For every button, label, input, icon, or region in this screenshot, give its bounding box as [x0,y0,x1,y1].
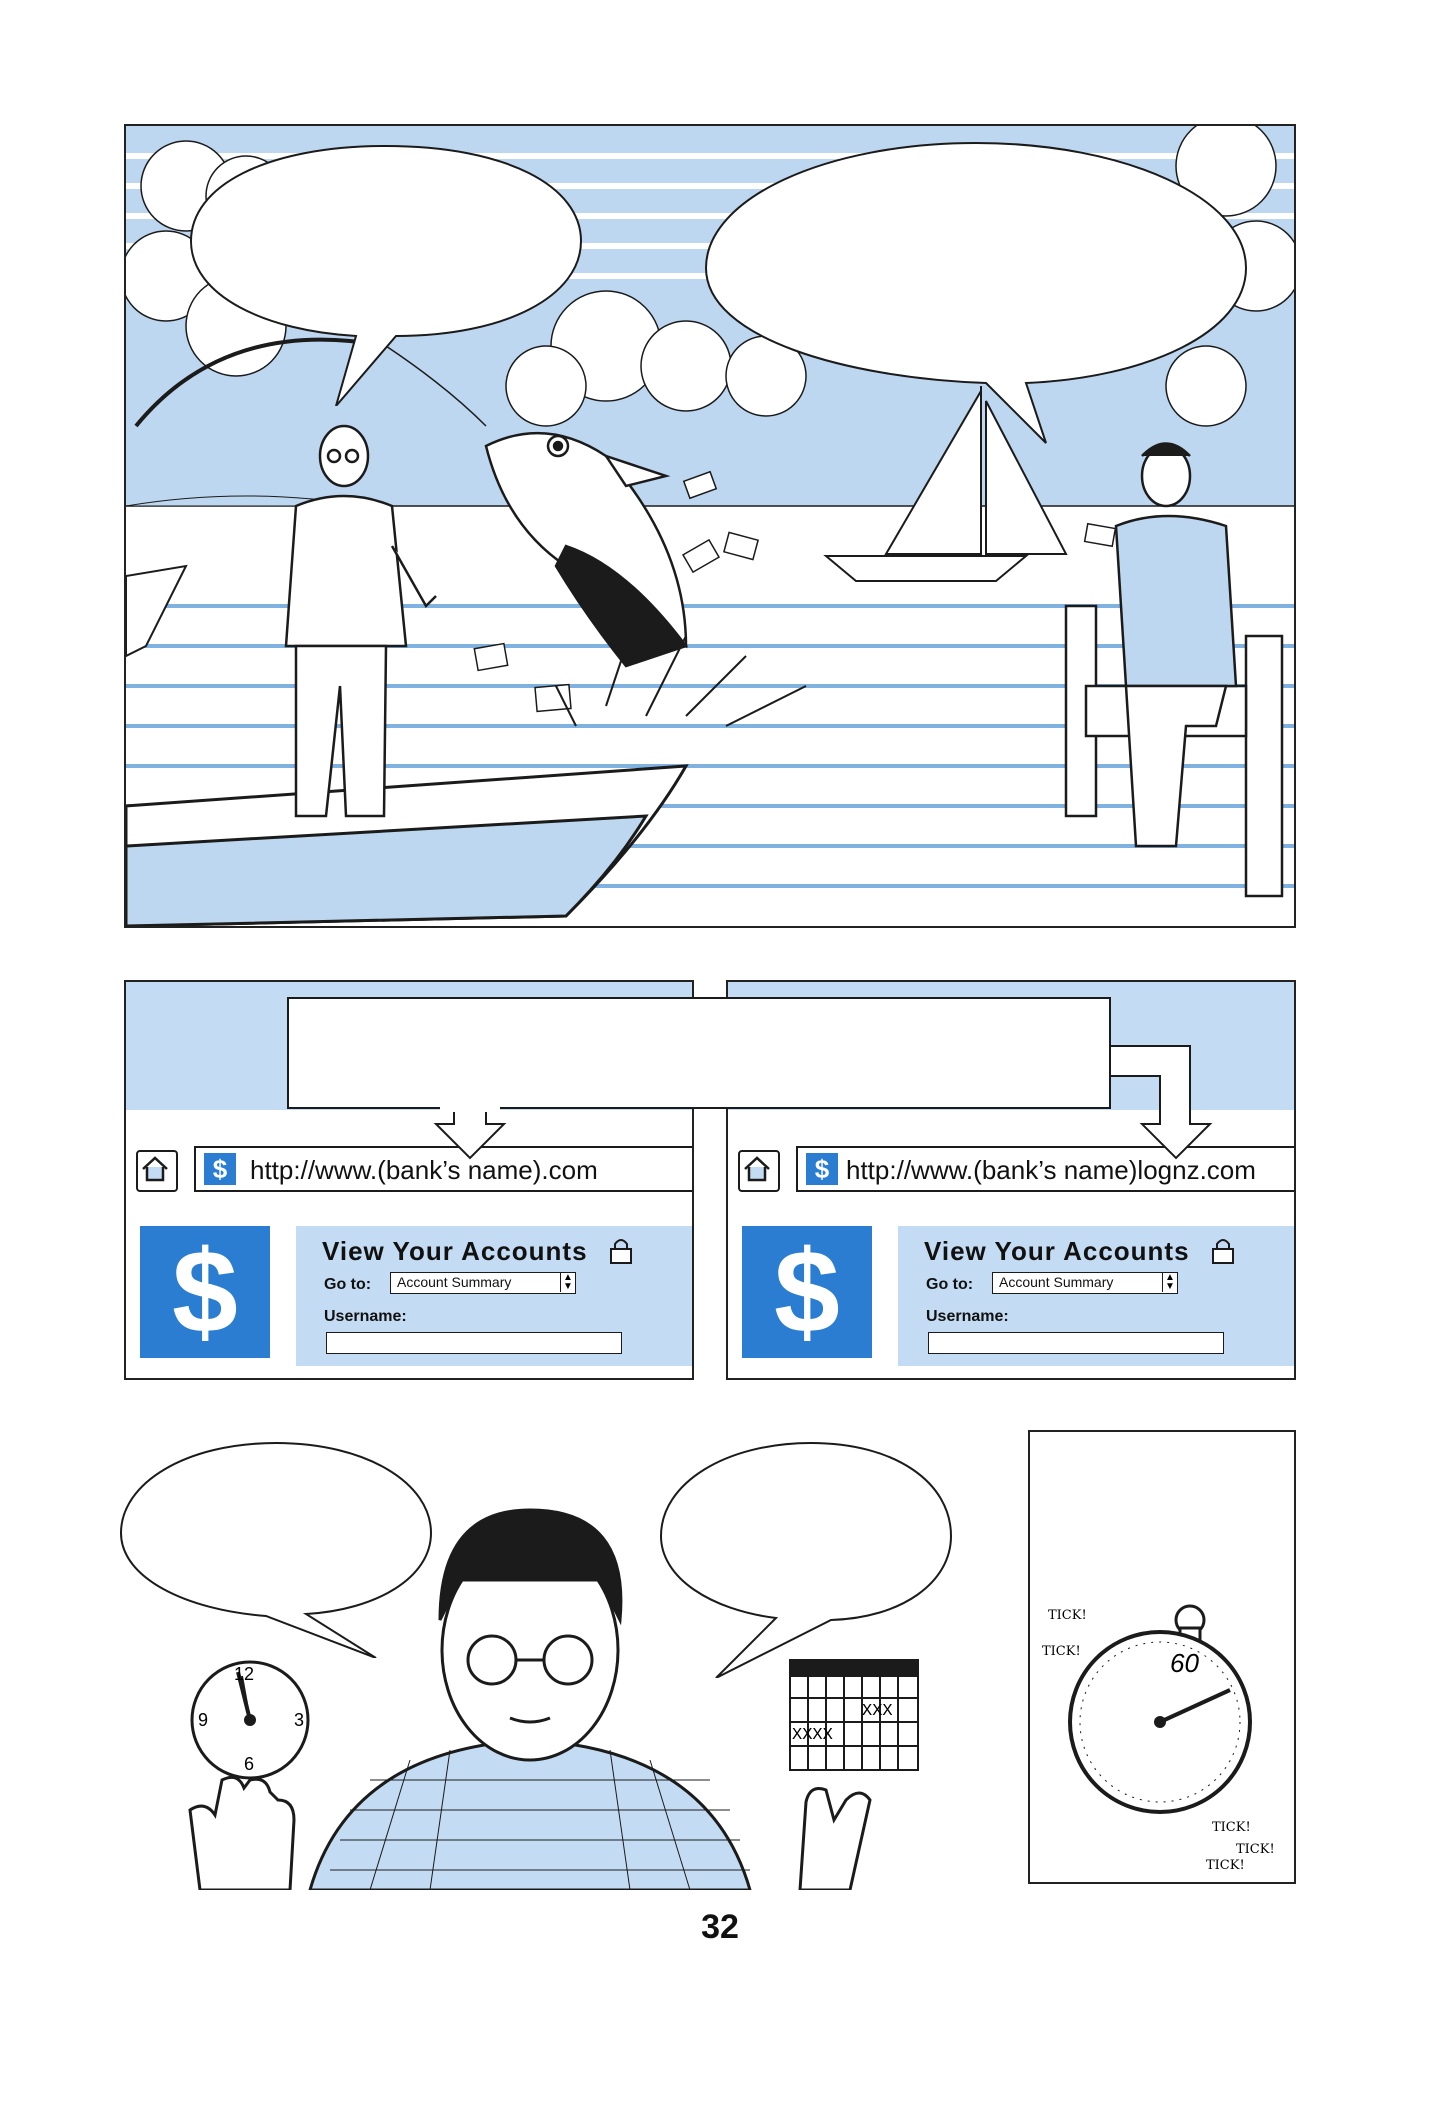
clock-number-9: 9 [198,1710,209,1730]
username-input[interactable] [928,1332,1224,1354]
panel-fishing-scene [124,124,1296,928]
speech-bubble-left [189,144,583,406]
clock-number-3: 3 [294,1710,305,1730]
goto-select[interactable]: Account Summary ▲ ▼ [992,1272,1178,1294]
tick-text-3: TICK! [1212,1820,1251,1835]
goto-select[interactable]: Account Summary ▲ ▼ [390,1272,576,1294]
panel-stopwatch: 60 TICK! TICK! TICK! TICK! TICK! [1028,1430,1296,1884]
home-button[interactable] [136,1150,178,1192]
username-input[interactable] [326,1332,622,1354]
goto-label: Go to: [324,1276,372,1293]
speech-bubble-clock [119,1441,433,1658]
clock-number-6: 6 [244,1754,255,1774]
tick-text-5: TICK! [1206,1858,1245,1873]
site-favicon-dollar-icon: $ [204,1153,236,1185]
calendar-mark-bottom: XXXX [792,1726,833,1745]
tick-text-2: TICK! [1042,1644,1081,1659]
goto-label: Go to: [926,1276,974,1293]
login-title: View Your Accounts [322,1236,588,1266]
clock-number-12: 12 [234,1664,255,1684]
bank-logo-dollar-icon: $ [742,1226,872,1358]
goto-select-value: Account Summary [397,1274,512,1290]
caption-with-arrows [287,997,1213,1160]
goto-select-value: Account Summary [999,1274,1114,1290]
bank-logo-dollar-icon: $ [140,1226,270,1358]
select-arrows-icon: ▲ ▼ [560,1273,575,1292]
lock-icon [1212,1239,1234,1264]
select-arrows-icon: ▲ ▼ [1162,1273,1177,1292]
tick-text-1: TICK! [1048,1608,1087,1623]
lock-icon [610,1239,632,1264]
username-label: Username: [324,1308,407,1325]
username-label: Username: [926,1308,1009,1325]
stopwatch-number: 60 [1170,1648,1199,1678]
home-icon [142,1156,168,1182]
speech-bubble-calendar [659,1441,953,1678]
tick-text-4: TICK! [1236,1842,1275,1857]
calendar-mark-top: XXX [862,1702,893,1721]
speech-bubble-right [704,141,1248,444]
login-title: View Your Accounts [924,1236,1190,1266]
page-number: 32 [701,1908,739,1946]
